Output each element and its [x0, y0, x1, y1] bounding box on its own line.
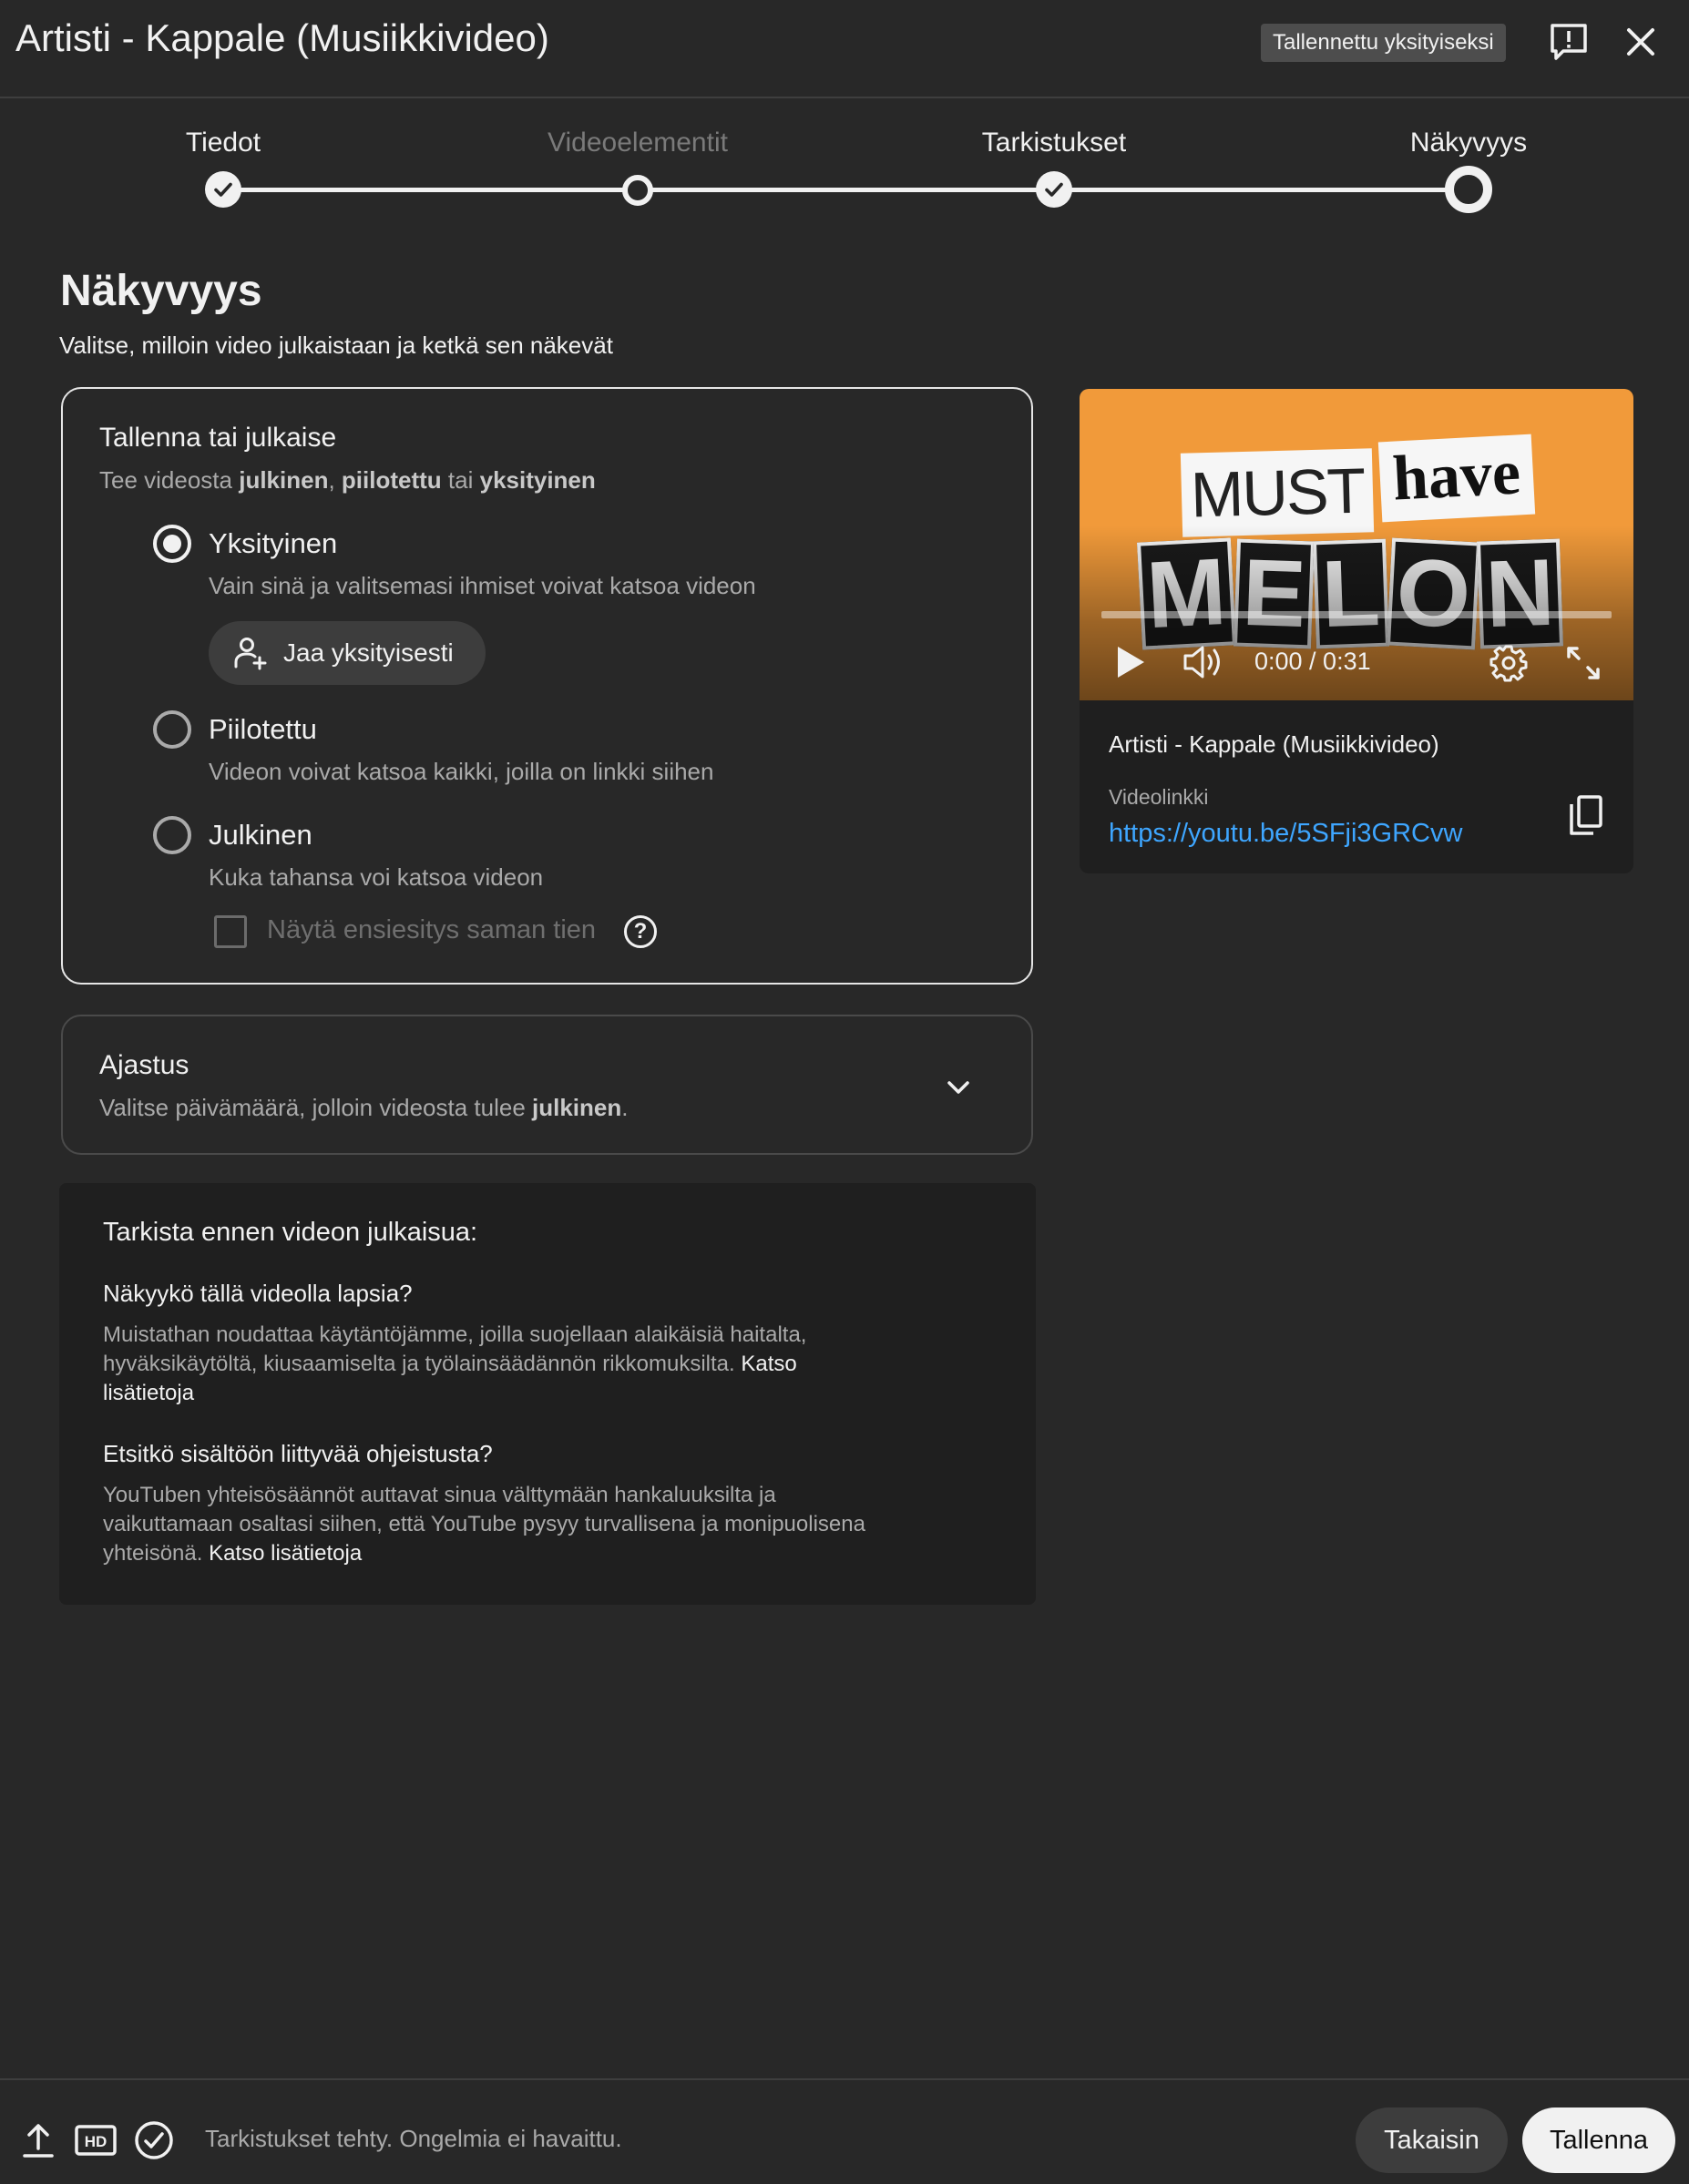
step-visibility-label[interactable]: Näkyvyys: [1410, 128, 1527, 158]
saved-status-badge: Tallennettu yksityiseksi: [1261, 24, 1506, 62]
add-person-icon: [234, 638, 267, 670]
checklist-answer-children: Muistathan noudattaa käytäntöjämme, joil…: [103, 1322, 807, 1405]
learn-more-link[interactable]: Katso lisätietoja: [209, 1541, 362, 1566]
radio-unlisted[interactable]: [153, 710, 191, 749]
checklist-question-children: Näkyykö tällä videolla lapsia?: [103, 1280, 413, 1307]
checks-complete-icon[interactable]: [131, 2120, 177, 2160]
step-checks-label[interactable]: Tarkistukset: [982, 128, 1126, 158]
preview-video-title: Artisti - Kappale (Musiikkivideo): [1109, 730, 1439, 758]
copy-icon[interactable]: [1561, 790, 1612, 841]
option-unlisted-label[interactable]: Piilotettu: [209, 713, 317, 746]
play-icon[interactable]: [1112, 642, 1149, 682]
step-details-label[interactable]: Tiedot: [186, 128, 261, 158]
checklist-answer-guidelines: YouTuben yhteisösäännöt auttavat sinua v…: [103, 1483, 865, 1566]
radio-public[interactable]: [153, 816, 191, 854]
option-public-desc: Kuka tahansa voi katsoa videon: [209, 863, 544, 891]
close-icon[interactable]: [1615, 16, 1666, 67]
page-title: Näkyvyys: [60, 267, 262, 315]
share-privately-label: Jaa yksityisesti: [283, 638, 454, 667]
chevron-down-icon[interactable]: [940, 1069, 977, 1106]
save-button[interactable]: Tallenna: [1522, 2107, 1675, 2173]
step-details-check-icon[interactable]: [205, 171, 241, 208]
schedule-title: Ajastus: [99, 1050, 189, 1080]
instant-premiere-label[interactable]: Näytä ensiesitys saman tien: [267, 915, 596, 945]
back-button[interactable]: Takaisin: [1356, 2107, 1508, 2173]
settings-gear-icon[interactable]: [1488, 642, 1530, 684]
dialog-title: Artisti - Kappale (Musiikkivideo): [15, 16, 549, 59]
option-unlisted-desc: Videon voivat katsoa kaikki, joilla on l…: [209, 758, 714, 785]
progress-bar[interactable]: [1101, 611, 1612, 618]
video-player[interactable]: MUST have M E L O N 0:00 / 0:31: [1080, 389, 1633, 700]
feedback-icon[interactable]: [1543, 16, 1594, 67]
step-checks-check-icon[interactable]: [1036, 171, 1072, 208]
page-subtitle: Valitse, milloin video julkaistaan ja ke…: [59, 332, 613, 359]
option-private-desc: Vain sinä ja valitsemasi ihmiset voivat …: [209, 572, 756, 599]
radio-private[interactable]: [153, 525, 191, 563]
thumbnail-text-must: MUST: [1180, 448, 1375, 537]
schedule-card[interactable]: [61, 1015, 1033, 1155]
option-public-label[interactable]: Julkinen: [209, 819, 312, 852]
save-or-publish-subtitle: Tee videosta julkinen, piilotettu tai yk…: [99, 466, 596, 494]
step-video-elements-dot[interactable]: [622, 175, 653, 206]
volume-icon[interactable]: [1182, 642, 1227, 682]
hd-icon[interactable]: HD: [73, 2120, 118, 2160]
checks-status-text: Tarkistukset tehty. Ongelmia ei havaittu…: [205, 2125, 622, 2152]
help-icon[interactable]: ?: [624, 915, 657, 948]
share-privately-button[interactable]: Jaa yksityisesti: [209, 621, 486, 685]
video-preview-card: MUST have M E L O N 0:00 / 0:31: [1080, 389, 1633, 873]
save-or-publish-title: Tallenna tai julkaise: [99, 423, 337, 453]
video-link[interactable]: https://youtu.be/5SFji3GRCvw: [1109, 819, 1462, 849]
thumbnail-text-have: have: [1377, 434, 1536, 523]
fullscreen-icon[interactable]: [1562, 642, 1604, 684]
svg-text:HD: HD: [85, 2133, 107, 2150]
step-visibility-current-dot[interactable]: [1445, 166, 1492, 213]
schedule-desc: Valitse päivämäärä, jolloin videosta tul…: [99, 1094, 629, 1121]
playback-time: 0:00 / 0:31: [1254, 648, 1371, 675]
instant-premiere-checkbox[interactable]: [214, 915, 247, 948]
option-private-label[interactable]: Yksityinen: [209, 527, 337, 560]
checklist-question-guidelines: Etsitkö sisältöön liittyvää ohjeistusta?: [103, 1440, 493, 1467]
video-link-label: Videolinkki: [1109, 785, 1209, 809]
stepper-track: [223, 188, 1469, 192]
upload-icon[interactable]: [18, 2120, 58, 2160]
checklist-title: Tarkista ennen videon julkaisua:: [103, 1218, 478, 1247]
step-video-elements-label[interactable]: Videoelementit: [548, 128, 728, 158]
